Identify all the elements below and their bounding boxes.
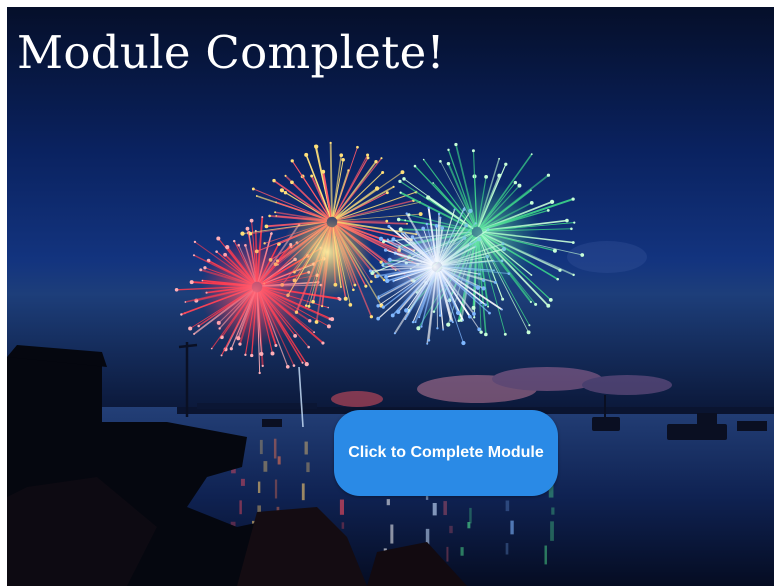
slide-frame: Module Complete! Click to Complete Modul… bbox=[7, 7, 774, 586]
complete-module-button[interactable]: Click to Complete Module bbox=[334, 410, 558, 496]
slide-title: Module Complete! bbox=[17, 26, 445, 79]
fireworks-harbor-photo bbox=[7, 7, 774, 586]
